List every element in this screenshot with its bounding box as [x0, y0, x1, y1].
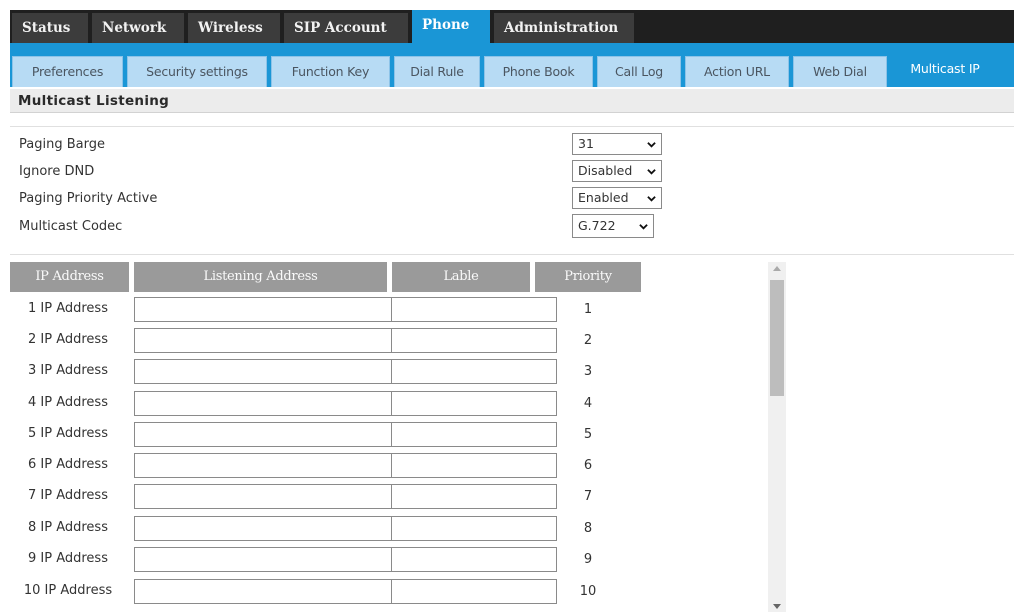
label-input[interactable] [391, 484, 557, 509]
label-input[interactable] [391, 453, 557, 478]
listening-address-input[interactable] [134, 579, 392, 604]
setting-paging-barge: Paging Barge 31 [0, 133, 680, 159]
row-ip-label: 10 IP Address [23, 583, 113, 598]
ignore-dnd-value: Disabled [578, 163, 633, 178]
section-title: Multicast Listening [10, 89, 1014, 113]
listening-address-input[interactable] [134, 516, 392, 541]
paging-priority-active-label: Paging Priority Active [19, 191, 158, 206]
paging-barge-value: 31 [578, 136, 594, 151]
col-header-label: Lable [392, 262, 530, 292]
subtab-multicast-ip[interactable]: Multicast IP [891, 53, 999, 87]
row-priority: 3 [583, 364, 593, 379]
multicast-codec-select[interactable]: G.722 [572, 214, 654, 238]
listening-address-input[interactable] [134, 328, 392, 353]
label-input[interactable] [391, 422, 557, 447]
row-priority: 8 [583, 521, 593, 536]
multicast-codec-value: G.722 [578, 218, 616, 233]
subtab-security-settings[interactable]: Security settings [127, 56, 267, 87]
subtab-call-log[interactable]: Call Log [597, 56, 681, 87]
listening-address-input[interactable] [134, 297, 392, 322]
row-ip-label: 7 IP Address [28, 488, 108, 503]
label-input[interactable] [391, 547, 557, 572]
divider [10, 254, 1014, 255]
main-tab-bar: Status Network Wireless SIP Account Phon… [10, 10, 1014, 43]
row-priority: 9 [583, 552, 593, 567]
subtab-function-key[interactable]: Function Key [271, 56, 390, 87]
tab-network[interactable]: Network [92, 13, 184, 43]
label-input[interactable] [391, 359, 557, 384]
row-ip-label: 9 IP Address [28, 551, 108, 566]
sub-tab-bar: Preferences Security settings Function K… [10, 43, 1014, 87]
scrollbar-thumb[interactable] [770, 280, 784, 396]
ignore-dnd-select[interactable]: Disabled [572, 160, 662, 182]
label-input[interactable] [391, 579, 557, 604]
tab-phone[interactable]: Phone [412, 10, 490, 43]
paging-barge-label: Paging Barge [19, 137, 105, 152]
listening-address-input[interactable] [134, 484, 392, 509]
setting-paging-priority-active: Paging Priority Active Enabled [0, 187, 680, 213]
row-ip-label: 4 IP Address [28, 395, 108, 410]
row-ip-label: 6 IP Address [28, 457, 108, 472]
tab-status[interactable]: Status [12, 13, 88, 43]
table-row: 2 IP Address 2 [0, 326, 760, 357]
tab-administration[interactable]: Administration [494, 13, 634, 43]
subtab-phone-book[interactable]: Phone Book [484, 56, 593, 87]
table-row: 4 IP Address 4 [0, 389, 760, 420]
subtab-preferences[interactable]: Preferences [12, 56, 123, 87]
tab-sip-account[interactable]: SIP Account [284, 13, 408, 43]
divider [10, 126, 1014, 127]
listening-address-input[interactable] [134, 547, 392, 572]
label-input[interactable] [391, 328, 557, 353]
table-row: 10 IP Address 10 [0, 577, 760, 608]
row-priority: 2 [583, 333, 593, 348]
listening-address-input[interactable] [134, 359, 392, 384]
phone-web-ui: Status Network Wireless SIP Account Phon… [0, 0, 1018, 612]
subtab-action-url[interactable]: Action URL [685, 56, 789, 87]
chevron-down-icon [647, 142, 656, 148]
row-ip-label: 3 IP Address [28, 363, 108, 378]
listening-address-input[interactable] [134, 422, 392, 447]
table-row: 8 IP Address 8 [0, 514, 760, 545]
table-row: 1 IP Address 1 [0, 295, 760, 326]
row-ip-label: 1 IP Address [28, 301, 108, 316]
row-ip-label: 2 IP Address [28, 332, 108, 347]
subtab-dial-rule[interactable]: Dial Rule [394, 56, 480, 87]
table-row: 9 IP Address 9 [0, 545, 760, 576]
listening-address-input[interactable] [134, 391, 392, 416]
chevron-down-icon [647, 196, 656, 202]
scroll-up-arrow-icon[interactable] [773, 265, 781, 271]
label-input[interactable] [391, 391, 557, 416]
table-row: 5 IP Address 5 [0, 420, 760, 451]
row-ip-label: 8 IP Address [28, 520, 108, 535]
row-priority: 1 [583, 302, 593, 317]
setting-multicast-codec: Multicast Codec G.722 [0, 214, 680, 240]
col-header-priority: Priority [535, 262, 641, 292]
table-scrollbar[interactable] [768, 262, 786, 612]
col-header-ip-address: IP Address [10, 262, 129, 292]
table-row: 6 IP Address 6 [0, 451, 760, 482]
tab-wireless[interactable]: Wireless [188, 13, 280, 43]
paging-priority-active-select[interactable]: Enabled [572, 187, 662, 209]
row-priority: 10 [579, 584, 597, 599]
row-priority: 5 [583, 427, 593, 442]
row-ip-label: 5 IP Address [28, 426, 108, 441]
table-row: 3 IP Address 3 [0, 357, 760, 388]
col-header-listening-address: Listening Address [134, 262, 387, 292]
scroll-down-arrow-icon[interactable] [773, 604, 781, 610]
chevron-down-icon [647, 169, 656, 175]
label-input[interactable] [391, 516, 557, 541]
ignore-dnd-label: Ignore DND [19, 164, 95, 179]
listening-address-input[interactable] [134, 453, 392, 478]
table-row: 7 IP Address 7 [0, 482, 760, 513]
multicast-codec-label: Multicast Codec [19, 219, 123, 234]
chevron-down-icon [639, 224, 648, 230]
paging-priority-active-value: Enabled [578, 190, 629, 205]
row-priority: 7 [583, 489, 593, 504]
label-input[interactable] [391, 297, 557, 322]
subtab-web-dial[interactable]: Web Dial [793, 56, 887, 87]
row-priority: 6 [583, 458, 593, 473]
paging-barge-select[interactable]: 31 [572, 133, 662, 155]
setting-ignore-dnd: Ignore DND Disabled [0, 160, 680, 186]
row-priority: 4 [583, 396, 593, 411]
